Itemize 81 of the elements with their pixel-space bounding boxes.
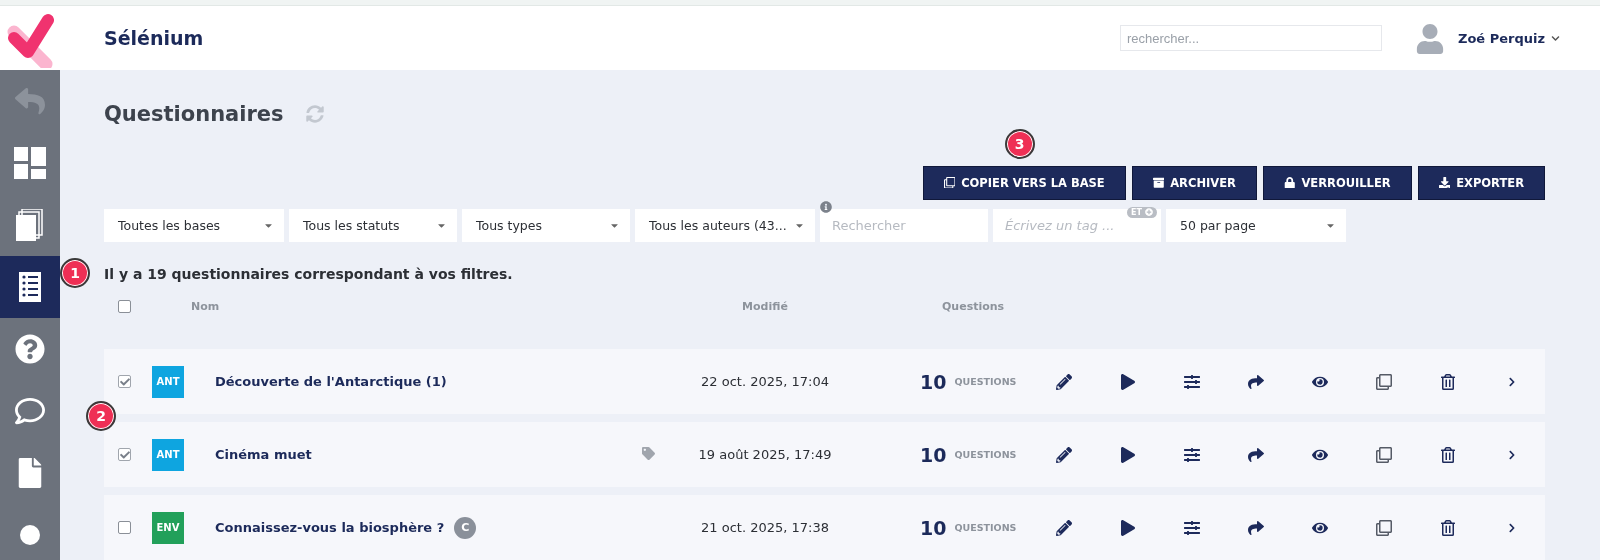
sliders-icon[interactable] bbox=[1184, 446, 1200, 463]
filter-select[interactable]: Tous les auteurs (43... bbox=[635, 208, 815, 242]
help-icon bbox=[15, 334, 45, 364]
chevron-right-icon[interactable] bbox=[1507, 449, 1517, 460]
download-icon bbox=[1438, 176, 1451, 189]
action-button[interactable]: ARCHIVER bbox=[1131, 165, 1257, 200]
info-icon bbox=[820, 200, 832, 213]
action-button[interactable]: COPIER VERS LA BASE bbox=[922, 165, 1126, 200]
count-unit: QUESTIONS bbox=[954, 376, 1017, 387]
count-unit: QUESTIONS bbox=[954, 449, 1017, 460]
row-checkbox[interactable] bbox=[118, 375, 131, 388]
filter-select[interactable]: Tous types bbox=[462, 208, 630, 242]
sidebar-item[interactable] bbox=[0, 256, 60, 318]
questionnaire-name[interactable]: Découverte de l'Antarctique (1) bbox=[215, 374, 447, 389]
share-icon[interactable] bbox=[1248, 446, 1264, 463]
modified-date: 22 oct. 2025, 17:04 bbox=[700, 374, 830, 389]
question-count: 10 bbox=[920, 443, 947, 466]
user-name[interactable]: Zoé Perquiz bbox=[1457, 30, 1545, 46]
chevron-down-icon[interactable] bbox=[1551, 33, 1560, 43]
back-icon bbox=[15, 86, 45, 116]
filter-select[interactable]: 50 par page bbox=[1166, 208, 1346, 242]
copy-icon[interactable] bbox=[1376, 519, 1392, 536]
questionnaire-row[interactable]: ENV Connaissez-vous la biosphère ? C 21 oct. 2025, 17:38 10 QUESTIONS bbox=[104, 495, 1545, 560]
pages-icon bbox=[16, 209, 44, 241]
play-icon[interactable] bbox=[1120, 519, 1136, 536]
filter-select[interactable]: Toutes les bases bbox=[104, 208, 284, 242]
modified-date: 19 août 2025, 17:49 bbox=[697, 447, 833, 462]
status-badge: C bbox=[454, 516, 477, 539]
list-icon bbox=[19, 272, 41, 302]
sliders-icon[interactable] bbox=[1184, 373, 1200, 390]
step-badge: 3 bbox=[1004, 128, 1035, 159]
trash-icon[interactable] bbox=[1440, 446, 1456, 463]
step-badge: 1 bbox=[60, 258, 90, 288]
row-checkbox[interactable] bbox=[118, 521, 131, 534]
question-count: 10 bbox=[920, 370, 947, 393]
edit-icon[interactable] bbox=[1056, 373, 1072, 390]
question-count: 10 bbox=[920, 516, 947, 539]
count-unit: QUESTIONS bbox=[954, 522, 1017, 533]
share-icon[interactable] bbox=[1248, 373, 1264, 390]
play-icon[interactable] bbox=[1120, 373, 1136, 390]
copy-icon[interactable] bbox=[1376, 373, 1392, 390]
play-icon[interactable] bbox=[1120, 446, 1136, 463]
column-header: Questions bbox=[941, 300, 1006, 314]
row-checkbox[interactable] bbox=[118, 448, 131, 461]
search-field[interactable]: Rechercher bbox=[820, 208, 988, 242]
circle-icon bbox=[18, 523, 42, 547]
questionnaire-row[interactable]: ANT Découverte de l'Antarctique (1) 22 oct. 2025, 17:04 10 QUESTIONS bbox=[104, 349, 1545, 414]
questionnaire-row[interactable]: ANT Cinéma muet 19 août 2025, 17:49 10 QUESTIONS bbox=[104, 422, 1545, 487]
questionnaire-name[interactable]: Connaissez-vous la biosphère ? bbox=[215, 520, 445, 535]
dashboard-icon bbox=[14, 147, 46, 179]
sliders-icon[interactable] bbox=[1184, 519, 1200, 536]
category-tag: ANT bbox=[152, 365, 184, 398]
category-tag: ANT bbox=[152, 438, 184, 471]
edit-icon[interactable] bbox=[1056, 519, 1072, 536]
avatar-icon bbox=[1415, 22, 1444, 54]
comment-icon bbox=[15, 396, 45, 426]
modified-date: 21 oct. 2025, 17:38 bbox=[700, 520, 830, 535]
select-all-checkbox[interactable] bbox=[118, 300, 131, 314]
action-button[interactable]: VERROUILLER bbox=[1262, 165, 1412, 200]
action-button[interactable]: EXPORTER bbox=[1417, 165, 1545, 200]
archive-icon bbox=[1152, 176, 1165, 189]
column-header: Modifié bbox=[741, 300, 789, 314]
category-tag: ENV bbox=[152, 511, 184, 544]
questionnaire-name[interactable]: Cinéma muet bbox=[215, 447, 312, 462]
share-icon[interactable] bbox=[1248, 519, 1264, 536]
search-field[interactable]: rechercher... bbox=[1119, 25, 1382, 51]
filter-select[interactable]: Tous les statuts bbox=[289, 208, 457, 242]
column-header: Nom bbox=[190, 300, 221, 314]
step-badge: 2 bbox=[86, 401, 116, 431]
page-title: Questionnaires bbox=[104, 102, 284, 127]
edit-icon[interactable] bbox=[1056, 446, 1072, 463]
trash-icon[interactable] bbox=[1440, 373, 1456, 390]
copy-icon bbox=[943, 176, 956, 189]
chevron-right-icon[interactable] bbox=[1507, 376, 1517, 387]
copy-icon[interactable] bbox=[1376, 446, 1392, 463]
app-title: Sélénium bbox=[104, 27, 205, 49]
lock-icon bbox=[1283, 176, 1296, 189]
trash-icon[interactable] bbox=[1440, 519, 1456, 536]
chevron-right-icon[interactable] bbox=[1507, 522, 1517, 533]
results-summary: Il y a 19 questionnaires correspondant à vos filtres. bbox=[104, 265, 514, 282]
plus-icon bbox=[1145, 208, 1153, 217]
